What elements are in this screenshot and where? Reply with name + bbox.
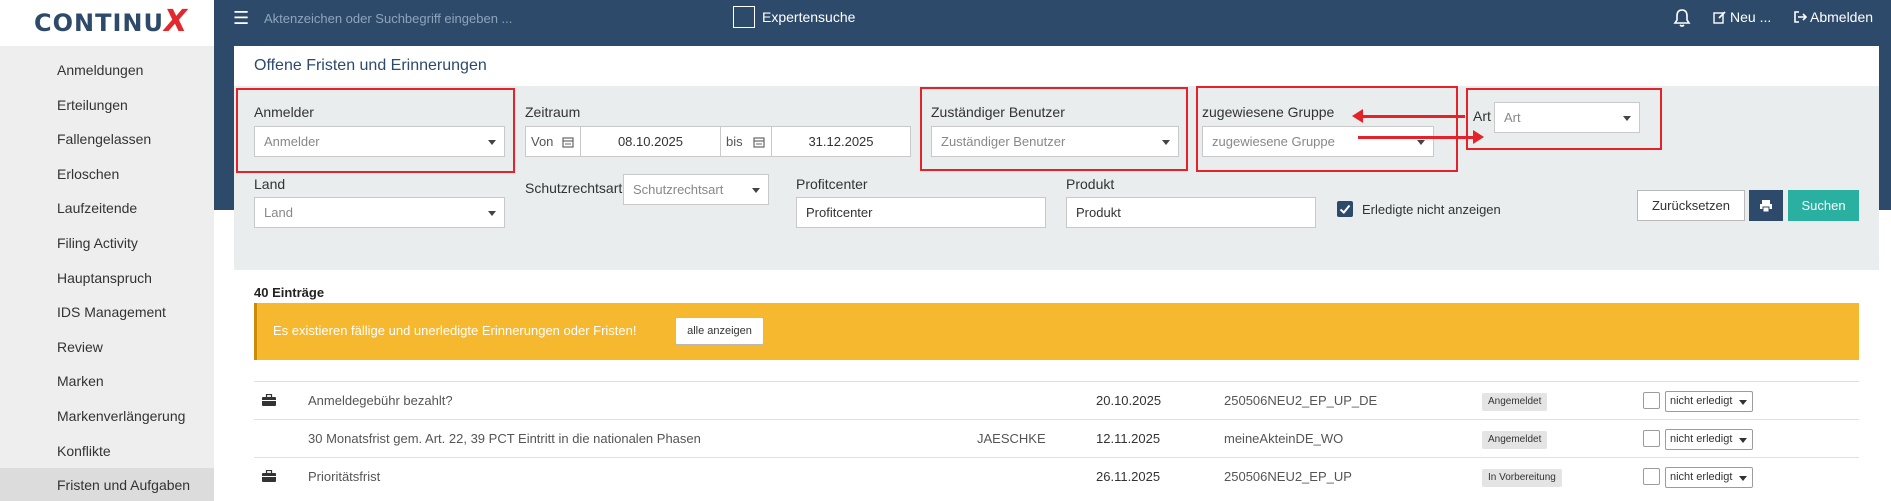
row-date: 12.11.2025 [1096,431,1161,446]
schutzrechtsart-label: Schutzrechtsart [525,180,623,196]
page-title: Offene Fristen und Erinnerungen [254,57,487,74]
art-select[interactable]: Art [1494,102,1640,133]
briefcase-icon [262,394,276,406]
alert-text: Es existieren fällige und unerledigte Er… [273,323,637,338]
new-entry-label: Neu ... [1730,9,1772,25]
row-checkbox[interactable] [1643,392,1660,409]
alert-banner: Es existieren fällige und unerledigte Er… [254,303,1859,360]
sidebar-item[interactable]: Konflikte [0,434,214,468]
app-logo: CONTINUX [34,4,189,39]
filter-panel: Offene Fristen und Erinnerungen [234,46,1879,270]
anmelder-label: Anmelder [254,104,314,120]
print-icon [1760,200,1772,213]
annotation-arrow-right [1358,130,1484,144]
bis-label: bis [726,134,743,149]
sidebar-item[interactable]: Filing Activity [0,226,214,260]
expert-search-label: Expertensuche [762,9,856,25]
row-title: 30 Monatsfrist gem. Art. 22, 39 PCT Eint… [308,431,701,446]
calendar-icon [562,137,574,148]
art-label: Art [1473,108,1491,124]
zugewiesene-gruppe-label: zugewiesene Gruppe [1202,104,1335,120]
new-entry-button[interactable]: Neu ... [1713,9,1771,25]
hide-done-label: Erledigte nicht anzeigen [1362,202,1501,217]
land-label: Land [254,176,286,192]
zustaendiger-benutzer-select[interactable]: Zuständiger Benutzer [931,126,1179,157]
logout-icon [1794,11,1807,23]
status-dropdown[interactable]: nicht erledigt [1665,429,1753,450]
expert-search-checkbox[interactable] [733,6,755,28]
sidebar: Anmeldungen Erteilungen Fallengelassen Erlo… [0,46,214,501]
logo-area[interactable]: CONTINUX [0,0,214,46]
produkt-input[interactable]: Produkt [1066,197,1316,228]
sidebar-item[interactable]: Hauptanspruch [0,261,214,295]
status-badge: Angemeldet [1482,431,1548,449]
sidebar-item[interactable]: Marken [0,364,214,398]
sidebar-item[interactable]: Markenverlängerung [0,399,214,433]
status-badge: Angemeldet [1482,393,1548,411]
status-dropdown[interactable]: nicht erledigt [1665,391,1753,412]
calendar-icon [753,137,765,148]
status-dropdown[interactable]: nicht erledigt [1665,467,1753,488]
global-search-input[interactable] [264,6,684,30]
top-navigation-bar: ☰ Expertensuche Neu ... Abmelden [0,0,1891,38]
sidebar-item[interactable]: IDS Management [0,295,214,329]
row-file-number[interactable]: 250506NEU2_EP_UP [1224,469,1352,484]
row-file-number[interactable]: 250506NEU2_EP_UP_DE [1224,393,1377,408]
hamburger-menu-icon[interactable]: ☰ [233,8,253,28]
sidebar-item[interactable]: Erteilungen [0,88,214,122]
briefcase-icon [262,470,276,482]
sidebar-item[interactable]: Anmeldungen [0,53,214,87]
row-date: 26.11.2025 [1096,469,1161,484]
row-checkbox[interactable] [1643,468,1660,485]
annotation-arrow-left [1352,109,1465,123]
produkt-label: Produkt [1066,176,1115,192]
profitcenter-input[interactable]: Profitcenter [796,197,1046,228]
sidebar-item[interactable]: Review [0,330,214,364]
search-button[interactable]: Suchen [1788,190,1859,221]
logout-button[interactable]: Abmelden [1793,9,1873,25]
row-checkbox[interactable] [1643,430,1660,447]
von-field[interactable]: Von [525,126,581,157]
sidebar-item[interactable]: Fristen und Aufgaben [0,468,214,501]
reset-button[interactable]: Zurücksetzen [1637,190,1745,221]
zugewiesene-gruppe-select[interactable]: zugewiesene Gruppe [1202,126,1434,157]
print-button[interactable] [1749,190,1783,221]
panel-header: Offene Fristen und Erinnerungen [234,46,1879,86]
zustaendiger-benutzer-label: Zuständiger Benutzer [931,104,1065,120]
status-badge: In Vorbereitung [1482,469,1562,487]
result-count: 40 Einträge [254,285,325,300]
schutzrechtsart-select[interactable]: Schutzrechtsart [623,174,769,205]
zeitraum-label: Zeitraum [525,104,581,120]
row-user: JAESCHKE [977,431,1046,446]
row-file-number[interactable]: meineAkteinDE_WO [1224,431,1343,446]
von-label: Von [531,134,554,149]
hide-done-checkbox[interactable] [1337,201,1353,217]
table-row[interactable]: 30 Monatsfrist gem. Art. 22, 39 PCT Eint… [254,419,1859,457]
sidebar-item[interactable]: Fallengelassen [0,122,214,156]
notification-bell-icon[interactable] [1670,6,1694,30]
land-select[interactable]: Land [254,197,505,228]
date-from-input[interactable]: 08.10.2025 [580,126,721,157]
anmelder-select[interactable]: Anmelder [254,126,505,157]
sidebar-item[interactable]: Erloschen [0,157,214,191]
logout-label: Abmelden [1810,9,1874,25]
date-to-input[interactable]: 31.12.2025 [771,126,911,157]
edit-icon [1713,11,1726,24]
row-title: Anmeldegebühr bezahlt? [308,393,453,408]
row-date: 20.10.2025 [1096,393,1162,408]
profitcenter-label: Profitcenter [796,176,868,192]
sidebar-item[interactable]: Laufzeitende [0,191,214,225]
checkmark-icon [1339,204,1351,214]
row-title: Prioritätsfrist [308,469,381,484]
table-row[interactable]: Anmeldegebühr bezahlt? 20.10.2025 250506NE… [254,381,1859,419]
show-all-button[interactable]: alle anzeigen [675,317,764,345]
table-row[interactable]: Prioritätsfrist 26.11.2025 250506NEU2_EP_U… [254,457,1859,495]
bis-field[interactable]: bis [720,126,772,157]
